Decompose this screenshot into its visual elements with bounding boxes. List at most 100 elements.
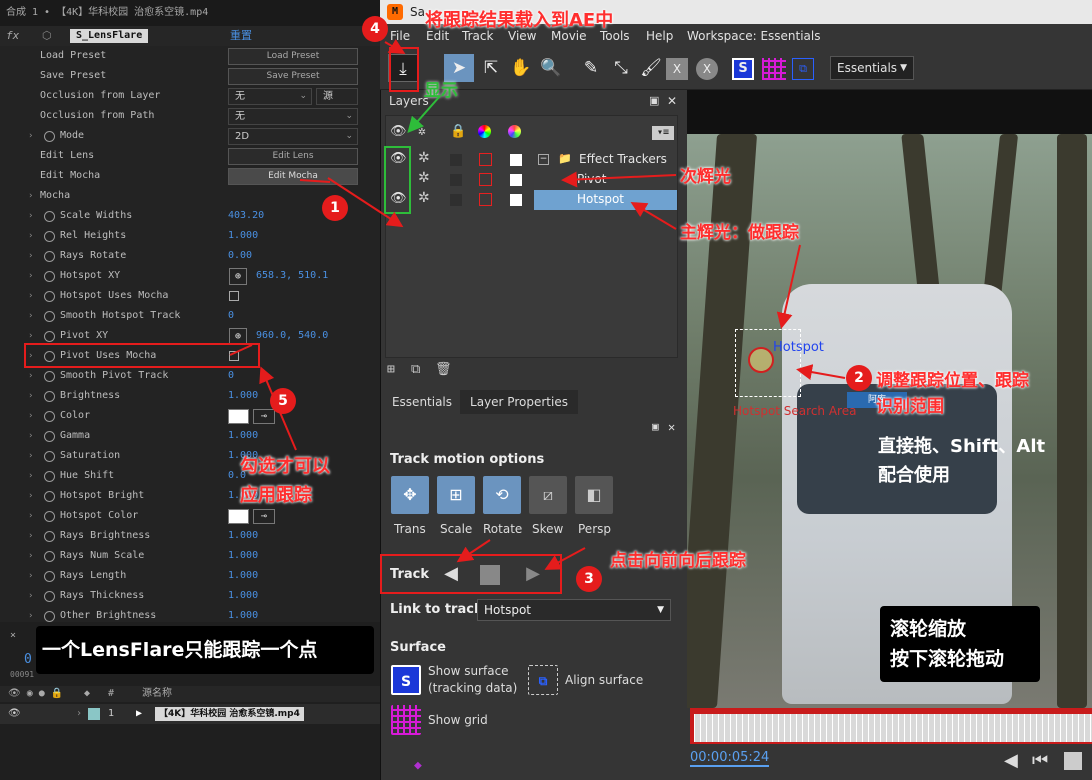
expand-chevron-icon[interactable]: ›	[28, 266, 33, 286]
expand-chevron-icon[interactable]: ›	[28, 426, 33, 446]
float-panel-icon[interactable]: ▣	[649, 90, 659, 112]
property-value[interactable]: 1.000	[228, 546, 258, 566]
stopwatch-icon[interactable]	[44, 291, 55, 302]
expand-chevron-icon[interactable]: ›	[28, 586, 33, 606]
expand-chevron-icon[interactable]: ›	[28, 246, 33, 266]
property-value[interactable]: 0.00	[228, 246, 252, 266]
expand-chevron-icon[interactable]: ›	[28, 486, 33, 506]
brush-tool-icon[interactable]: 🖌	[636, 54, 666, 82]
property-row-edit-mocha[interactable]: Edit Mocha Edit Mocha	[0, 166, 385, 186]
tab-layer-properties[interactable]: Layer Properties	[460, 390, 578, 414]
layer-row-pivot[interactable]: 👁 ✲ Pivot	[386, 170, 677, 190]
layers-menu-icon[interactable]: ▾≡	[652, 126, 674, 140]
expand-chevron-icon[interactable]: ›	[28, 466, 33, 486]
expand-chevron-icon[interactable]: ›	[28, 506, 33, 526]
lock-toggle[interactable]	[450, 194, 462, 206]
expand-chevron-icon[interactable]: ›	[28, 386, 33, 406]
matte-color-swatch[interactable]	[510, 174, 522, 186]
property-value[interactable]: 1.000	[228, 226, 258, 246]
crosshair-target-icon[interactable]: ⊕	[229, 268, 247, 285]
x-layer-icon[interactable]: X	[666, 58, 688, 80]
eyedropper-icon[interactable]: ⊸	[253, 409, 275, 424]
property-row-smooth-pivot-track[interactable]: › Smooth Pivot Track 0	[0, 366, 385, 386]
stopwatch-icon[interactable]	[44, 571, 55, 582]
expand-chevron-icon[interactable]: ›	[28, 526, 33, 546]
layer-color-swatch[interactable]	[479, 153, 492, 166]
property-value[interactable]: 1.000	[228, 526, 258, 546]
timeline-ruler[interactable]	[694, 714, 1092, 742]
expand-chevron-icon[interactable]: ›	[28, 546, 33, 566]
save-preset-button[interactable]: Save Preset	[228, 68, 358, 85]
stopwatch-icon[interactable]	[44, 271, 55, 282]
property-row-save-preset[interactable]: Save Preset Save Preset	[0, 66, 385, 86]
lock-toggle[interactable]	[450, 174, 462, 186]
matte-color-swatch[interactable]	[510, 154, 522, 166]
expand-chevron-icon[interactable]: ›	[28, 406, 33, 426]
expand-chevron-icon[interactable]: ›	[28, 226, 33, 246]
layer-name[interactable]: 【4K】华科校园 治愈系空镜.mp4	[155, 707, 304, 721]
property-row-hotspot-xy[interactable]: › Hotspot XY ⊕ 658.3, 510.1	[0, 266, 385, 286]
occlusion-from-layer-source-select[interactable]: 源	[316, 88, 358, 105]
gear-icon[interactable]: ✲	[418, 150, 430, 166]
timeline-timecode[interactable]: 0	[24, 652, 32, 667]
layer-color-swatch[interactable]	[479, 193, 492, 206]
occlusion-from-path-select[interactable]: 无 ⌄	[228, 108, 358, 125]
property-row-rays-rotate[interactable]: › Rays Rotate 0.00	[0, 246, 385, 266]
property-row-smooth-hotspot-track[interactable]: › Smooth Hotspot Track 0	[0, 306, 385, 326]
stopwatch-icon[interactable]	[44, 471, 55, 482]
show-grid-icon[interactable]	[762, 58, 786, 80]
property-row-occlusion-from-path[interactable]: Occlusion from Path 无 ⌄	[0, 106, 385, 126]
property-row-load-preset[interactable]: Load Preset Load Preset	[0, 46, 385, 66]
load-preset-button[interactable]: Load Preset	[228, 48, 358, 65]
hotspot-uses-mocha-checkbox[interactable]	[229, 291, 239, 301]
edit-lens-button[interactable]: Edit Lens	[228, 148, 358, 165]
stopwatch-icon[interactable]	[44, 331, 55, 342]
expand-chevron-icon[interactable]: ›	[28, 186, 33, 206]
stopwatch-icon[interactable]	[44, 211, 55, 222]
collapse-icon[interactable]: −	[538, 154, 549, 165]
close-panel-icon[interactable]: ✕	[668, 420, 675, 434]
property-row-mode[interactable]: › Mode 2D ⌄	[0, 126, 385, 146]
point-value[interactable]: 960.0, 540.0	[256, 326, 328, 346]
property-row-occlusion-from-layer[interactable]: Occlusion from Layer 无 ⌄ 源	[0, 86, 385, 106]
step-backward-icon[interactable]: ⏮	[1032, 750, 1048, 771]
property-value[interactable]: 0	[228, 306, 234, 326]
expand-chevron-icon[interactable]: ›	[28, 206, 33, 226]
x-circle-icon[interactable]: X	[696, 58, 718, 80]
timeline-close-icon[interactable]: ×	[10, 630, 16, 641]
stop-icon[interactable]	[1064, 752, 1082, 770]
property-row-rays-brightness[interactable]: › Rays Brightness 1.000	[0, 526, 385, 546]
stopwatch-icon[interactable]	[44, 531, 55, 542]
scale-button[interactable]: ⊞	[437, 476, 475, 514]
show-grid-icon[interactable]	[391, 705, 421, 735]
expand-chevron-icon[interactable]: ›	[28, 306, 33, 326]
color-swatch[interactable]	[228, 509, 249, 524]
stopwatch-icon[interactable]	[44, 411, 55, 422]
gear-icon[interactable]: ✲	[418, 190, 430, 206]
skew-button[interactable]: ⧄	[529, 476, 567, 514]
layer-eye-icon[interactable]: 👁	[8, 704, 21, 724]
property-value[interactable]: 1.000	[228, 426, 258, 446]
point-value[interactable]: 658.3, 510.1	[256, 266, 328, 286]
occlusion-from-layer-select[interactable]: 无 ⌄	[228, 88, 312, 105]
expand-chevron-icon[interactable]: ›	[28, 366, 33, 386]
stopwatch-icon[interactable]	[44, 511, 55, 522]
stopwatch-icon[interactable]	[44, 371, 55, 382]
gear-icon[interactable]: ✲	[418, 170, 430, 186]
property-value[interactable]: 403.20	[228, 206, 264, 226]
effect-header-row[interactable]: fx ⬡ S_LensFlare 重置	[0, 26, 385, 46]
align-surface-icon[interactable]: ⧉	[528, 665, 558, 695]
close-panel-icon[interactable]: ✕	[667, 90, 677, 112]
trans-button[interactable]: ✥	[391, 476, 429, 514]
eyedropper-icon[interactable]: ⊸	[253, 509, 275, 524]
property-row-rel-heights[interactable]: › Rel Heights 1.000	[0, 226, 385, 246]
stopwatch-icon[interactable]	[44, 131, 55, 142]
fx-toggle[interactable]: fx	[6, 26, 19, 46]
stopwatch-icon[interactable]	[44, 611, 55, 622]
property-value[interactable]: 1.000	[228, 566, 258, 586]
stopwatch-icon[interactable]	[44, 251, 55, 262]
duplicate-layer-icon[interactable]: ⧉	[411, 362, 420, 377]
layer-row-effect-trackers[interactable]: 👁 ✲ − 📁 Effect Trackers	[386, 150, 677, 170]
menu-help[interactable]: Help	[646, 29, 673, 43]
property-row-rays-length[interactable]: › Rays Length 1.000	[0, 566, 385, 586]
